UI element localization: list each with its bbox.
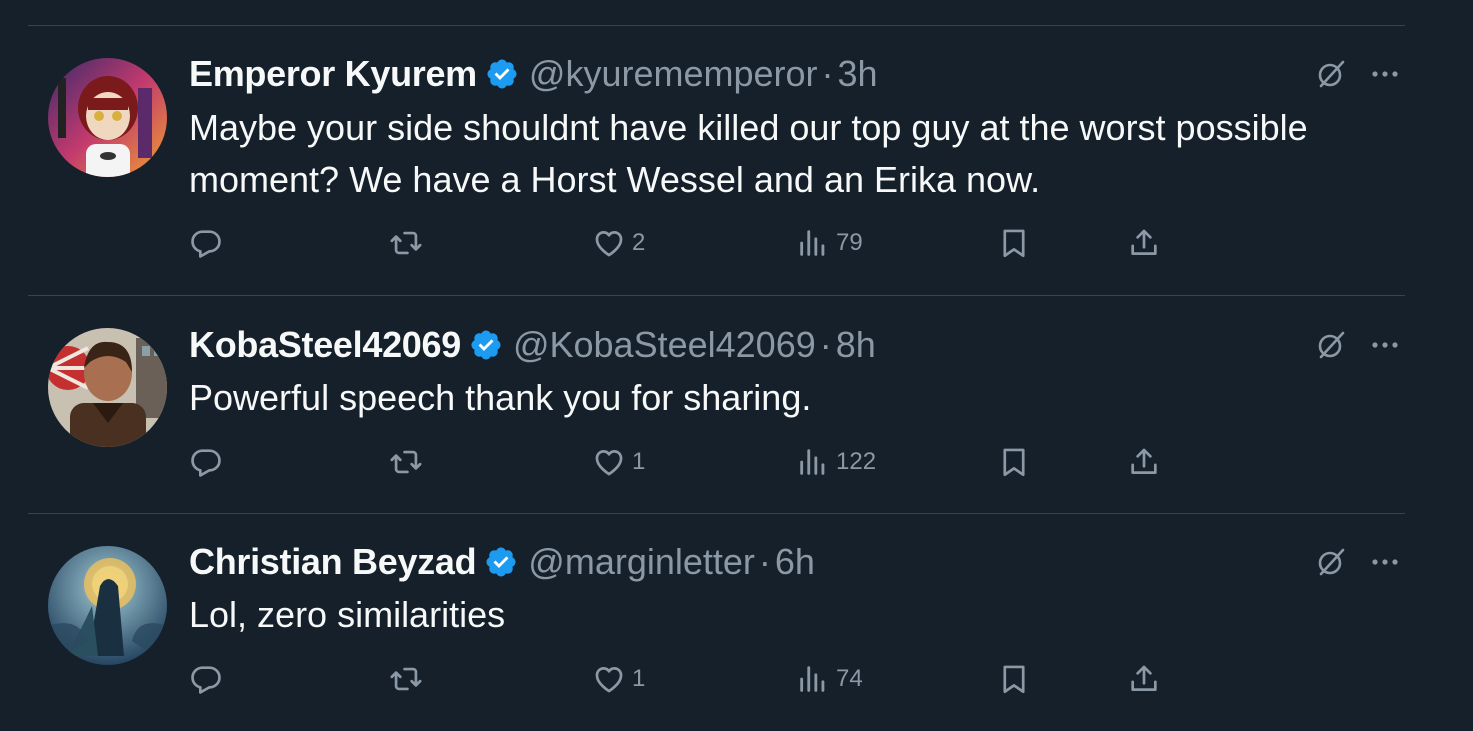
handle[interactable]: @kyurememperor — [529, 53, 818, 95]
grok-icon[interactable] — [1315, 329, 1347, 361]
view-count: 122 — [836, 448, 877, 475]
bookmark-icon — [997, 226, 1031, 260]
separator: · — [819, 324, 832, 365]
views-icon — [796, 445, 830, 479]
retweet-icon — [389, 662, 423, 696]
top-icons — [1315, 325, 1405, 365]
display-name[interactable]: KobaSteel42069 — [189, 324, 461, 366]
like-count: 1 — [632, 665, 646, 692]
like-icon — [592, 662, 626, 696]
like-count: 2 — [632, 229, 646, 256]
like-icon — [592, 226, 626, 260]
like-button[interactable]: 2 — [592, 223, 645, 263]
share-icon — [1127, 445, 1161, 479]
verified-badge-icon — [485, 57, 519, 91]
tweet-1[interactable]: Emperor Kyurem @kyurememperor · 3h Maybe… — [28, 53, 1405, 294]
reply-icon — [189, 662, 223, 696]
retweet-button[interactable] — [389, 659, 429, 699]
like-icon — [592, 445, 626, 479]
tweet-3[interactable]: Christian Beyzad @marginletter · 6h Lol,… — [28, 541, 1405, 727]
timestamp[interactable]: 8h — [836, 324, 876, 366]
reply-icon — [189, 445, 223, 479]
more-icon[interactable] — [1369, 329, 1401, 361]
views-button[interactable]: 74 — [796, 659, 863, 699]
reply-icon — [189, 226, 223, 260]
reply-button[interactable] — [189, 442, 229, 482]
separator: · — [821, 53, 834, 94]
timestamp[interactable]: 3h — [838, 53, 878, 95]
like-count: 1 — [632, 448, 646, 475]
views-icon — [796, 662, 830, 696]
bookmark-button[interactable] — [997, 442, 1031, 482]
tweet-actions: 2 79 — [189, 223, 1189, 263]
tweet-2[interactable]: KobaSteel42069 @KobaSteel42069 · 8h Powe… — [28, 324, 1405, 510]
share-icon — [1127, 662, 1161, 696]
tweet-text: Lol, zero similarities — [189, 594, 506, 635]
view-count: 79 — [836, 229, 863, 256]
verified-badge-icon — [484, 545, 518, 579]
share-button[interactable] — [1127, 442, 1161, 482]
grok-icon[interactable] — [1315, 58, 1347, 90]
display-name[interactable]: Emperor Kyurem — [189, 53, 477, 95]
avatar[interactable] — [48, 546, 167, 665]
views-icon — [796, 226, 830, 260]
separator: · — [758, 541, 771, 582]
view-count: 74 — [836, 665, 863, 692]
retweet-button[interactable] — [389, 223, 429, 263]
share-button[interactable] — [1127, 659, 1161, 699]
retweet-icon — [389, 445, 423, 479]
share-icon — [1127, 226, 1161, 260]
reply-button[interactable] — [189, 223, 229, 263]
tweet-actions: 1 74 — [189, 659, 1189, 699]
handle[interactable]: @KobaSteel42069 — [513, 324, 816, 366]
display-name[interactable]: Christian Beyzad — [189, 541, 477, 583]
grok-icon[interactable] — [1315, 546, 1347, 578]
top-icons — [1315, 54, 1405, 94]
top-icons — [1315, 542, 1405, 582]
bookmark-icon — [997, 662, 1031, 696]
divider — [28, 513, 1405, 514]
views-button[interactable]: 122 — [796, 442, 876, 482]
bookmark-button[interactable] — [997, 223, 1031, 263]
more-icon[interactable] — [1369, 546, 1401, 578]
reply-button[interactable] — [189, 659, 229, 699]
views-button[interactable]: 79 — [796, 223, 863, 263]
avatar[interactable] — [48, 328, 167, 447]
tweet-actions: 1 122 — [189, 442, 1189, 482]
avatar[interactable] — [48, 58, 167, 177]
tweet-text: Powerful speech thank you for sharing. — [189, 377, 812, 418]
retweet-button[interactable] — [389, 442, 429, 482]
more-icon[interactable] — [1369, 58, 1401, 90]
tweet-header: Christian Beyzad @marginletter · 6h — [189, 541, 815, 583]
bookmark-button[interactable] — [997, 659, 1031, 699]
handle[interactable]: @marginletter — [528, 541, 755, 583]
divider — [28, 25, 1405, 26]
bookmark-icon — [997, 445, 1031, 479]
verified-badge-icon — [469, 328, 503, 362]
like-button[interactable]: 1 — [592, 442, 645, 482]
tweet-header: Emperor Kyurem @kyurememperor · 3h — [189, 53, 878, 95]
tweet-text: Maybe your side shouldnt have killed our… — [189, 107, 1308, 200]
tweet-header: KobaSteel42069 @KobaSteel42069 · 8h — [189, 324, 876, 366]
timestamp[interactable]: 6h — [775, 541, 815, 583]
retweet-icon — [389, 226, 423, 260]
like-button[interactable]: 1 — [592, 659, 645, 699]
share-button[interactable] — [1127, 223, 1161, 263]
divider — [28, 295, 1405, 296]
